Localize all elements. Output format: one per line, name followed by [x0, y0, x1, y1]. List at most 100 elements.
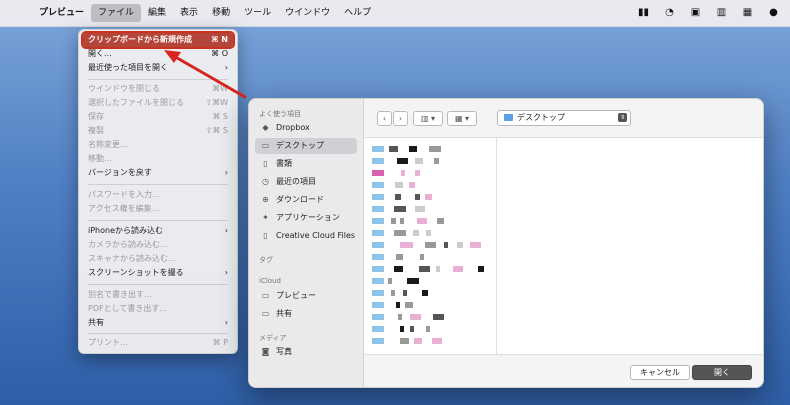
- open-item[interactable]: 開く... ⌘ O: [83, 47, 233, 61]
- download-icon: ⊕: [262, 195, 269, 204]
- badge-icon[interactable]: ▦: [741, 6, 754, 19]
- open-recent-item[interactable]: 最近使った項目を開く ›: [83, 61, 233, 75]
- monitor-icon[interactable]: ◔: [663, 6, 676, 19]
- file-column[interactable]: [364, 138, 497, 354]
- sidebar-item-recents[interactable]: ◷ 最近の項目: [255, 174, 357, 190]
- menu-tools[interactable]: ツール: [237, 4, 278, 22]
- menu-separator: [88, 333, 228, 334]
- folder-icon: [504, 114, 513, 121]
- file-row[interactable]: [372, 290, 428, 296]
- memory-icon[interactable]: ▥: [715, 6, 728, 19]
- sidebar-item-icloud-preview[interactable]: ▭ プレビュー: [255, 288, 357, 304]
- file-row[interactable]: [372, 146, 441, 152]
- menu-help[interactable]: ヘルプ: [337, 4, 378, 22]
- chevron-left-icon: ‹: [382, 114, 387, 123]
- view-mode-button[interactable]: ▥ ▾: [413, 111, 443, 126]
- file-browser: [364, 137, 763, 355]
- print-item[interactable]: プリント... ⌘ P: [83, 336, 233, 350]
- hat-icon[interactable]: ●: [767, 6, 780, 19]
- share-item[interactable]: 共有 ›: [83, 316, 233, 330]
- file-row[interactable]: [372, 314, 444, 320]
- menu-window[interactable]: ウインドウ: [278, 4, 337, 22]
- menu-separator: [88, 284, 228, 285]
- save-item[interactable]: 保存 ⌘ S: [83, 110, 233, 124]
- menu-edit[interactable]: 編集: [141, 4, 173, 22]
- duplicate-item[interactable]: 複製 ⇧⌘ S: [83, 124, 233, 138]
- forward-button[interactable]: ›: [393, 111, 408, 126]
- file-menu: クリップボードから新規作成 ⌘ N 開く... ⌘ O 最近使った項目を開く › ウイ…: [78, 29, 238, 354]
- clock-icon: ◷: [262, 177, 269, 186]
- menu-separator: [88, 79, 228, 80]
- file-row[interactable]: [372, 242, 481, 248]
- favorites-header: よく使う項目: [259, 110, 301, 118]
- back-button[interactable]: ‹: [377, 111, 392, 126]
- file-row[interactable]: [372, 218, 444, 224]
- file-row[interactable]: [372, 338, 442, 344]
- open-button[interactable]: 開く: [692, 365, 752, 380]
- export-as-item[interactable]: 別名で書き出す...: [83, 288, 233, 302]
- new-from-clipboard-item[interactable]: クリップボードから新規作成 ⌘ N: [81, 31, 235, 49]
- file-icon: ▯: [263, 231, 268, 240]
- import-from-iphone-item[interactable]: iPhoneから読み込む ›: [83, 224, 233, 238]
- dropbox-icon: ◆: [262, 123, 269, 132]
- camera-icon: ◙: [261, 347, 270, 356]
- file-row[interactable]: [372, 278, 419, 284]
- file-row[interactable]: [372, 266, 484, 272]
- status-icons: ▮▮ ◔ ▣ ▥ ▦ ●: [637, 6, 780, 19]
- desktop-icon: ▭: [261, 141, 270, 150]
- chevron-right-icon: ›: [398, 114, 403, 123]
- file-row[interactable]: [372, 170, 420, 176]
- menu-separator: [88, 184, 228, 185]
- sidebar-item-documents[interactable]: ▯ 書類: [255, 156, 357, 172]
- file-row[interactable]: [372, 254, 424, 260]
- menu-file[interactable]: ファイル: [91, 4, 142, 22]
- group-button[interactable]: ▦ ▾: [447, 111, 477, 126]
- cancel-button[interactable]: キャンセル: [630, 365, 690, 380]
- document-icon: ▯: [263, 159, 268, 168]
- enter-password-item[interactable]: パスワードを入力...: [83, 188, 233, 202]
- menu-separator: [88, 220, 228, 221]
- menu-view[interactable]: 表示: [173, 4, 205, 22]
- import-from-scanner-item[interactable]: スキャナから読み込む...: [83, 252, 233, 266]
- dialog-footer: キャンセル 開く: [364, 354, 763, 387]
- file-row[interactable]: [372, 182, 415, 188]
- sidebar-item-desktop[interactable]: ▭ デスクトップ: [255, 138, 357, 154]
- rename-item[interactable]: 名称変更...: [83, 138, 233, 152]
- sidebar-item-applications[interactable]: ✦ アプリケーション: [255, 210, 357, 226]
- folder-icon: ▭: [261, 291, 270, 300]
- file-row[interactable]: [372, 158, 439, 164]
- file-row[interactable]: [372, 230, 431, 236]
- sidebar-item-icloud-shared[interactable]: ▭ 共有: [255, 306, 357, 322]
- menu-app[interactable]: プレビュー: [32, 4, 91, 22]
- stepper-icon: ⇕: [618, 113, 627, 122]
- open-dialog: よく使う項目 ◆ Dropbox ▭ デスクトップ ▯ 書類 ◷ 最近の項目 ⊕ ダウンロ…: [248, 98, 764, 388]
- media-header: メディア: [259, 334, 287, 342]
- sidebar-item-downloads[interactable]: ⊕ ダウンロード: [255, 192, 357, 208]
- sidebar-item-photos[interactable]: ◙ 写真: [255, 344, 357, 360]
- chip-icon[interactable]: ▣: [689, 6, 702, 19]
- file-row[interactable]: [372, 302, 413, 308]
- file-row[interactable]: [372, 326, 430, 332]
- close-selected-item[interactable]: 選択したファイルを閉じる ⇧⌘W: [83, 96, 233, 110]
- menu-bar: プレビュー ファイル 編集 表示 移動 ツール ウインドウ ヘルプ ▮▮ ◔ ▣…: [0, 0, 790, 27]
- file-row[interactable]: [372, 194, 432, 200]
- tags-header: タグ: [259, 256, 273, 264]
- applications-icon: ✦: [262, 213, 269, 222]
- layout-icon[interactable]: ▮▮: [637, 6, 650, 19]
- shared-folder-icon: ▭: [261, 309, 270, 318]
- revert-item[interactable]: バージョンを戻す ›: [83, 166, 233, 180]
- edit-permissions-item[interactable]: アクセス権を編集...: [83, 202, 233, 216]
- sidebar-item-creative-cloud[interactable]: ▯ Creative Cloud Files: [255, 228, 357, 244]
- move-item[interactable]: 移動...: [83, 152, 233, 166]
- file-row[interactable]: [372, 206, 425, 212]
- dialog-toolbar: ‹ › ▥ ▾ ▦ ▾ デスクトップ ⇕ ⌕検索: [364, 99, 763, 137]
- location-select[interactable]: デスクトップ ⇕: [497, 110, 631, 126]
- import-from-camera-item[interactable]: カメラから読み込む...: [83, 238, 233, 252]
- close-window-item[interactable]: ウインドウを閉じる ⌘W: [83, 82, 233, 96]
- menu-go[interactable]: 移動: [205, 4, 237, 22]
- grid-icon: ▦ ▾: [454, 114, 470, 123]
- take-screenshot-item[interactable]: スクリーンショットを撮る ›: [83, 266, 233, 280]
- sidebar-item-dropbox[interactable]: ◆ Dropbox: [255, 120, 357, 136]
- export-pdf-item[interactable]: PDFとして書き出す...: [83, 302, 233, 316]
- columns-icon: ▥ ▾: [420, 114, 436, 123]
